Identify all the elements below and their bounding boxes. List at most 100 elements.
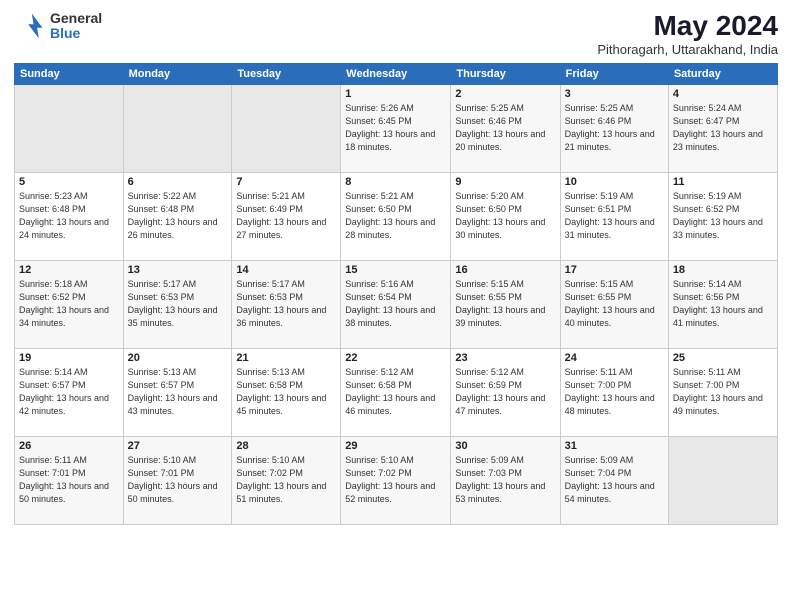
day-number: 20 bbox=[128, 352, 228, 364]
day-number: 24 bbox=[565, 352, 664, 364]
table-row: 2 Sunrise: 5:25 AMSunset: 6:46 PMDaylight… bbox=[451, 85, 560, 173]
day-info: Sunrise: 5:19 AMSunset: 6:52 PMDaylight:… bbox=[673, 190, 773, 242]
header: General Blue May 2024 Pithoragarh, Uttar… bbox=[14, 10, 778, 57]
table-row: 28 Sunrise: 5:10 AMSunset: 7:02 PMDayligh… bbox=[232, 437, 341, 525]
table-row: 31Sunrise: 5:09 AMSunset: 7:04 PMDayligh… bbox=[560, 437, 668, 525]
table-row: 20 Sunrise: 5:13 AMSunset: 6:57 PMDayligh… bbox=[123, 349, 232, 437]
day-number: 26 bbox=[19, 440, 119, 452]
title-block: May 2024 Pithoragarh, Uttarakhand, India bbox=[597, 10, 778, 57]
day-info: Sunrise: 5:13 AMSunset: 6:58 PMDaylight:… bbox=[236, 366, 336, 418]
table-row: 1 Sunrise: 5:26 AMSunset: 6:45 PMDaylight… bbox=[341, 85, 451, 173]
day-number: 9 bbox=[455, 176, 555, 188]
week-row-4: 19Sunrise: 5:14 AMSunset: 6:57 PMDayligh… bbox=[15, 349, 778, 437]
table-row: 19Sunrise: 5:14 AMSunset: 6:57 PMDayligh… bbox=[15, 349, 124, 437]
day-number: 1 bbox=[345, 88, 446, 100]
week-row-2: 5Sunrise: 5:23 AMSunset: 6:48 PMDaylight… bbox=[15, 173, 778, 261]
day-number: 2 bbox=[455, 88, 555, 100]
day-info: Sunrise: 5:16 AMSunset: 6:54 PMDaylight:… bbox=[345, 278, 446, 330]
day-number: 30 bbox=[455, 440, 555, 452]
day-info: Sunrise: 5:10 AMSunset: 7:02 PMDaylight:… bbox=[236, 454, 336, 506]
day-info: Sunrise: 5:13 AMSunset: 6:57 PMDaylight:… bbox=[128, 366, 228, 418]
table-row: 14Sunrise: 5:17 AMSunset: 6:53 PMDayligh… bbox=[232, 261, 341, 349]
day-number: 14 bbox=[236, 264, 336, 276]
table-row: 6Sunrise: 5:22 AMSunset: 6:48 PMDaylight… bbox=[123, 173, 232, 261]
logo-text: General Blue bbox=[50, 11, 102, 42]
day-info: Sunrise: 5:12 AMSunset: 6:59 PMDaylight:… bbox=[455, 366, 555, 418]
table-row: 16 Sunrise: 5:15 AMSunset: 6:55 PMDayligh… bbox=[451, 261, 560, 349]
table-row: 30 Sunrise: 5:09 AMSunset: 7:03 PMDayligh… bbox=[451, 437, 560, 525]
day-number: 8 bbox=[345, 176, 446, 188]
day-info: Sunrise: 5:15 AMSunset: 6:55 PMDaylight:… bbox=[455, 278, 555, 330]
day-number: 5 bbox=[19, 176, 119, 188]
day-number: 28 bbox=[236, 440, 336, 452]
day-number: 15 bbox=[345, 264, 446, 276]
table-row: 12Sunrise: 5:18 AMSunset: 6:52 PMDayligh… bbox=[15, 261, 124, 349]
table-row bbox=[668, 437, 777, 525]
logo: General Blue bbox=[14, 10, 102, 42]
table-row bbox=[15, 85, 124, 173]
col-tuesday: Tuesday bbox=[232, 64, 341, 85]
logo-blue-text: Blue bbox=[50, 26, 102, 41]
day-info: Sunrise: 5:14 AMSunset: 6:56 PMDaylight:… bbox=[673, 278, 773, 330]
day-info: Sunrise: 5:24 AMSunset: 6:47 PMDaylight:… bbox=[673, 102, 773, 154]
day-info: Sunrise: 5:10 AMSunset: 7:02 PMDaylight:… bbox=[345, 454, 446, 506]
table-row: 11 Sunrise: 5:19 AMSunset: 6:52 PMDayligh… bbox=[668, 173, 777, 261]
day-info: Sunrise: 5:25 AMSunset: 6:46 PMDaylight:… bbox=[455, 102, 555, 154]
table-row: 27Sunrise: 5:10 AMSunset: 7:01 PMDayligh… bbox=[123, 437, 232, 525]
day-number: 21 bbox=[236, 352, 336, 364]
col-friday: Friday bbox=[560, 64, 668, 85]
table-row bbox=[232, 85, 341, 173]
day-number: 22 bbox=[345, 352, 446, 364]
day-info: Sunrise: 5:14 AMSunset: 6:57 PMDaylight:… bbox=[19, 366, 119, 418]
day-info: Sunrise: 5:26 AMSunset: 6:45 PMDaylight:… bbox=[345, 102, 446, 154]
day-number: 17 bbox=[565, 264, 664, 276]
page-title: May 2024 bbox=[597, 10, 778, 42]
table-row: 10 Sunrise: 5:19 AMSunset: 6:51 PMDayligh… bbox=[560, 173, 668, 261]
day-number: 11 bbox=[673, 176, 773, 188]
day-info: Sunrise: 5:20 AMSunset: 6:50 PMDaylight:… bbox=[455, 190, 555, 242]
day-number: 13 bbox=[128, 264, 228, 276]
col-saturday: Saturday bbox=[668, 64, 777, 85]
day-number: 10 bbox=[565, 176, 664, 188]
table-row: 4 Sunrise: 5:24 AMSunset: 6:47 PMDaylight… bbox=[668, 85, 777, 173]
day-number: 4 bbox=[673, 88, 773, 100]
day-info: Sunrise: 5:09 AMSunset: 7:03 PMDaylight:… bbox=[455, 454, 555, 506]
table-row: 18 Sunrise: 5:14 AMSunset: 6:56 PMDayligh… bbox=[668, 261, 777, 349]
calendar: Sunday Monday Tuesday Wednesday Thursday… bbox=[14, 63, 778, 525]
table-row: 5Sunrise: 5:23 AMSunset: 6:48 PMDaylight… bbox=[15, 173, 124, 261]
table-row: 7 Sunrise: 5:21 AMSunset: 6:49 PMDaylight… bbox=[232, 173, 341, 261]
day-number: 6 bbox=[128, 176, 228, 188]
table-row: 15 Sunrise: 5:16 AMSunset: 6:54 PMDayligh… bbox=[341, 261, 451, 349]
table-row bbox=[123, 85, 232, 173]
day-info: Sunrise: 5:21 AMSunset: 6:49 PMDaylight:… bbox=[236, 190, 336, 242]
day-info: Sunrise: 5:21 AMSunset: 6:50 PMDaylight:… bbox=[345, 190, 446, 242]
table-row: 13 Sunrise: 5:17 AMSunset: 6:53 PMDayligh… bbox=[123, 261, 232, 349]
logo-icon bbox=[14, 10, 46, 42]
day-number: 16 bbox=[455, 264, 555, 276]
week-row-3: 12Sunrise: 5:18 AMSunset: 6:52 PMDayligh… bbox=[15, 261, 778, 349]
day-info: Sunrise: 5:15 AMSunset: 6:55 PMDaylight:… bbox=[565, 278, 664, 330]
table-row: 26Sunrise: 5:11 AMSunset: 7:01 PMDayligh… bbox=[15, 437, 124, 525]
page-subtitle: Pithoragarh, Uttarakhand, India bbox=[597, 42, 778, 57]
day-info: Sunrise: 5:19 AMSunset: 6:51 PMDaylight:… bbox=[565, 190, 664, 242]
table-row: 29Sunrise: 5:10 AMSunset: 7:02 PMDayligh… bbox=[341, 437, 451, 525]
table-row: 8 Sunrise: 5:21 AMSunset: 6:50 PMDaylight… bbox=[341, 173, 451, 261]
week-row-5: 26Sunrise: 5:11 AMSunset: 7:01 PMDayligh… bbox=[15, 437, 778, 525]
day-number: 12 bbox=[19, 264, 119, 276]
day-info: Sunrise: 5:12 AMSunset: 6:58 PMDaylight:… bbox=[345, 366, 446, 418]
table-row: 24 Sunrise: 5:11 AMSunset: 7:00 PMDayligh… bbox=[560, 349, 668, 437]
col-wednesday: Wednesday bbox=[341, 64, 451, 85]
table-row: 25Sunrise: 5:11 AMSunset: 7:00 PMDayligh… bbox=[668, 349, 777, 437]
logo-general-text: General bbox=[50, 11, 102, 26]
col-monday: Monday bbox=[123, 64, 232, 85]
day-number: 27 bbox=[128, 440, 228, 452]
day-number: 31 bbox=[565, 440, 664, 452]
day-info: Sunrise: 5:17 AMSunset: 6:53 PMDaylight:… bbox=[128, 278, 228, 330]
day-number: 7 bbox=[236, 176, 336, 188]
table-row: 22 Sunrise: 5:12 AMSunset: 6:58 PMDayligh… bbox=[341, 349, 451, 437]
day-number: 18 bbox=[673, 264, 773, 276]
week-row-1: 1 Sunrise: 5:26 AMSunset: 6:45 PMDaylight… bbox=[15, 85, 778, 173]
day-info: Sunrise: 5:11 AMSunset: 7:00 PMDaylight:… bbox=[565, 366, 664, 418]
table-row: 17 Sunrise: 5:15 AMSunset: 6:55 PMDayligh… bbox=[560, 261, 668, 349]
col-sunday: Sunday bbox=[15, 64, 124, 85]
